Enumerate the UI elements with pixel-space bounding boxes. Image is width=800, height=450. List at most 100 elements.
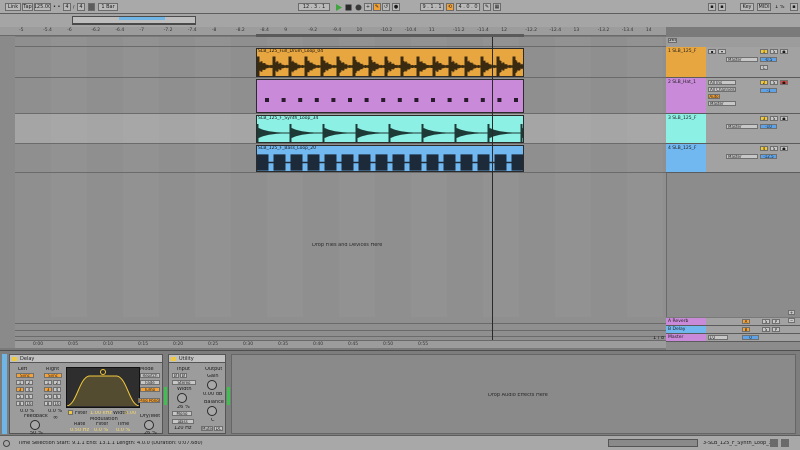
delay-beat-option[interactable]: 8 [44,401,52,406]
track-2-name[interactable]: 2 SLB_Hat_1 [668,80,696,85]
session-record-button[interactable]: ● [392,3,400,11]
loop-switch[interactable]: ⟲ [446,3,454,11]
utility-stereo-mode[interactable]: Stereo [172,380,196,385]
track-3-name[interactable]: 3 SLB_125_F [668,116,696,121]
delay-filter-value[interactable]: 1.00 kHz [90,411,112,416]
seconds-ruler[interactable]: 0:00 0:05 0:10 0:15 0:20 0:25 0:30 0:35 0:40 0:45… [15,340,666,348]
track-header-4[interactable]: 4 SLB_125_F Master -12.5 4 S ● [666,144,800,173]
quantization-menu[interactable]: 1 Bar [98,3,118,11]
return-b-post[interactable]: P [772,327,780,332]
utility-activator[interactable] [171,357,176,361]
track-1-output[interactable]: Master [726,57,758,62]
delay-drywet-knob[interactable] [144,420,154,430]
utility-mono[interactable]: Mono [172,411,192,416]
utility-device[interactable]: Utility Input Output Ø Ø Stereo Width 26… [168,354,226,434]
delay-beat-option[interactable]: 16 [25,401,33,406]
automation-arm-button[interactable]: ✎ [373,3,381,11]
delay-beat-option[interactable]: 6 [53,394,61,399]
delay-beat-option[interactable]: 1 [44,380,52,385]
utility-bass-freq[interactable]: 120 Hz [174,426,192,431]
arrangement-overview[interactable] [0,14,800,27]
delay-right-sync[interactable]: Sync [44,373,62,378]
track-3-arm[interactable]: ● [780,116,788,121]
midi-note[interactable] [431,98,435,102]
delay-beat-option[interactable]: 16 [53,401,61,406]
delay-repitch[interactable]: Repitch [140,373,160,378]
track-3-output[interactable]: Master [726,124,758,129]
return-a-letter[interactable]: A [742,319,750,324]
track-4-volume[interactable]: -12.5 [760,154,777,159]
midi-note[interactable] [397,98,402,102]
delay-feedback-knob[interactable] [30,420,40,430]
delay-filter-display[interactable] [66,367,140,408]
midi-note[interactable] [298,98,303,102]
master-volume[interactable]: 0 [742,335,759,340]
status-mini-view[interactable] [608,439,698,447]
arrangement-view[interactable]: SLB_125_Full_Drum_Loop_04 SLB_125_F_Synt… [15,37,666,317]
delay-left-sync[interactable]: Sync [16,373,34,378]
track-1-fold-icon[interactable]: ▾ [718,49,726,54]
time-sig-denominator[interactable]: 4 [77,3,85,11]
device-view-toggle-icon[interactable] [770,439,778,447]
utility-phase-l[interactable]: Ø [172,373,179,378]
track-1-volume[interactable]: -0.5 [760,57,777,62]
return-a-solo[interactable]: S [762,319,770,324]
track-2-number[interactable]: 2 [760,80,768,85]
track-4-arm[interactable]: ● [780,146,788,151]
return-a-name[interactable]: A Reverb [668,319,688,324]
delay-time-value[interactable]: 0.0 % [116,428,130,433]
track-header-3[interactable]: 3 SLB_125_F Master -10 3 S ● [666,114,800,144]
track-3-volume[interactable]: -10 [760,124,777,129]
track-3-solo[interactable]: S [770,116,778,121]
delay-activator[interactable] [12,357,17,361]
track-header-2[interactable]: 2 SLB_Hat_1 All Ins All Channels Auto Ma… [666,78,800,114]
track-1-arm-icon[interactable]: ▪ [708,49,716,54]
track-3-number[interactable]: 3 [760,116,768,121]
delay-rate-value[interactable]: 0.50 Hz [70,428,89,433]
delay-width-value[interactable]: 8.00 [125,411,136,416]
utility-bass-mono[interactable]: Bass Mono [172,419,194,424]
midi-note[interactable] [497,98,502,102]
midi-note[interactable] [265,98,269,102]
time-sig-numerator[interactable]: 4 [63,3,71,11]
delay-beat-option[interactable]: 8 [16,401,24,406]
track-2-arm[interactable]: ● [780,80,788,85]
link-button[interactable]: Link [5,3,21,11]
set-button[interactable]: Set [668,38,677,43]
clip-hat-midi[interactable] [256,79,524,113]
track-4-output[interactable]: Master [726,154,758,159]
master-name[interactable]: Master [668,335,683,340]
play-button[interactable] [334,3,343,11]
track-2-volume[interactable]: -1 [760,88,777,93]
arrangement-position[interactable]: 12 . 3 . 1 [298,3,330,11]
master-header[interactable]: Master 1/2 0 [666,334,800,342]
delay-device[interactable]: Delay Left Right Sync Sync 1 2 3 4 5 6 8 16 123… [9,354,163,436]
loop-length-field[interactable]: 4 . 0 . 0 [456,3,480,11]
delay-filter-toggle[interactable] [68,410,73,415]
delay-fade[interactable]: Fade [140,380,160,385]
delay-beat-option[interactable]: 6 [25,394,33,399]
track-1-arm[interactable]: ● [780,49,788,54]
track-1-pan[interactable]: C [760,65,768,70]
tempo-field[interactable]: 125.00 [34,3,51,11]
clip-synth-loop[interactable]: SLB_125_F_Synth_Loop_34 [256,115,524,143]
delay-right-beat-grid[interactable]: 1 2 3 4 5 6 8 16 [44,380,62,408]
track-2-monitor-auto[interactable]: Auto [708,94,720,99]
midi-note[interactable] [381,98,386,102]
track-4-name[interactable]: 4 SLB_125_F [668,146,696,151]
clip-bass-loop[interactable]: SLB_125_F_Bass_Loop_20 [256,145,524,172]
delay-beat-option[interactable]: 5 [44,394,52,399]
track-2-output[interactable]: Master [708,101,736,106]
track-2-solo[interactable]: S [770,80,778,85]
clip-drum-loop[interactable]: SLB_125_Full_Drum_Loop_04 [256,48,524,77]
delay-left-beat-grid[interactable]: 1 2 3 4 5 6 8 16 [16,380,34,408]
audio-effects-drop-zone[interactable]: Drop Audio Effects Here [231,354,796,434]
track-2-input-channel[interactable]: All Channels [708,87,736,92]
delay-ping-pong[interactable]: Ping Pong [138,398,160,403]
track-4-solo[interactable]: S [770,146,778,151]
midi-map-button[interactable]: MIDI [757,3,771,11]
delay-beat-option[interactable]: 2 [25,380,33,385]
delay-beat-option[interactable]: 5 [16,394,24,399]
midi-note[interactable] [281,98,286,102]
master-output[interactable]: 1/2 [708,335,728,340]
